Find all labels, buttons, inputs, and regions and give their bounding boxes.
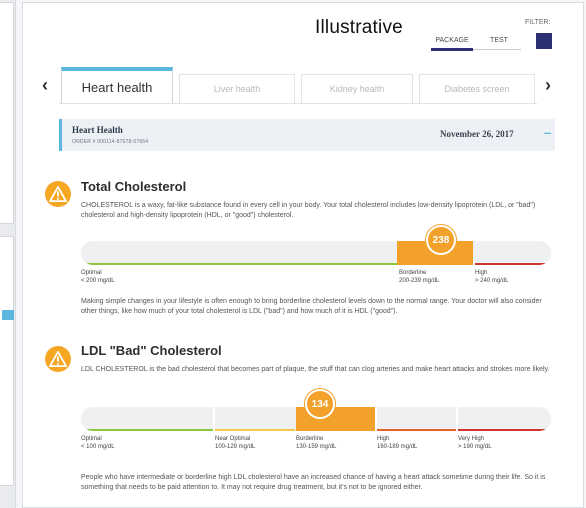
test-title: Total Cholesterol — [81, 179, 187, 194]
order-number: ORDER # 000114-87678-07664 — [72, 139, 149, 145]
range-value: > 190 mg/dL — [458, 444, 492, 450]
tab-kidney-health[interactable]: Kidney health — [301, 74, 413, 104]
range-value: < 200 mg/dL — [81, 278, 115, 284]
watermark-label: Illustrative — [315, 17, 403, 38]
range-value: 100-129 mg/dL — [215, 444, 256, 450]
range-label: High 160-189 mg/dL — [377, 435, 417, 451]
range-name: Optimal — [81, 436, 102, 442]
result-value-badge: 134 — [305, 389, 335, 419]
result-value-badge: 238 — [426, 225, 456, 255]
range-segment-high — [475, 263, 551, 265]
view-toggle-track — [473, 49, 521, 50]
range-value: 130-159 mg/dL — [296, 444, 337, 450]
range-label: Borderline 130-159 mg/dL — [296, 435, 336, 451]
range-value: 200-239 mg/dL — [399, 278, 440, 284]
filter-button[interactable] — [536, 33, 552, 49]
left-panel-edge — [0, 0, 16, 508]
range-name: Near Optimal — [215, 436, 251, 442]
range-name: Borderline — [399, 270, 427, 276]
view-toggle-indicator — [431, 48, 473, 51]
range-label: Very High > 190 mg/dL — [458, 435, 492, 451]
left-panel-card — [0, 236, 14, 486]
range-label: Borderline 200-239 mg/dL — [399, 269, 439, 285]
order-title: Heart Health — [72, 125, 123, 135]
warning-icon — [45, 181, 71, 207]
range-label: Near Optimal 100-129 mg/dL — [215, 435, 255, 451]
left-panel-accent — [2, 310, 14, 320]
collapse-icon[interactable]: – — [544, 125, 551, 140]
range-segment-optimal — [81, 429, 213, 431]
range-name: Optimal — [81, 270, 102, 276]
test-note: People who have intermediate or borderli… — [81, 474, 546, 491]
range-name: Borderline — [296, 436, 324, 442]
warning-icon — [45, 346, 71, 372]
range-divider — [375, 407, 377, 431]
chevron-right-icon[interactable]: › — [541, 75, 555, 96]
range-segment-very-high — [458, 429, 551, 431]
test-description: LDL CHOLESTEROL is the bad cholesterol t… — [81, 366, 550, 373]
range-value: > 240 mg/dL — [475, 278, 509, 284]
range-value: 160-189 mg/dL — [377, 444, 418, 450]
view-toggle-package[interactable]: PACKAGE — [431, 37, 473, 44]
range-segment-high — [377, 429, 456, 431]
range-bar — [81, 241, 551, 265]
range-name: Very High — [458, 436, 485, 442]
tab-divider — [59, 103, 537, 104]
view-toggle-test[interactable]: TEST — [481, 37, 517, 44]
order-header[interactable]: Heart Health ORDER # 000114-87678-07664 … — [59, 119, 555, 151]
tab-diabetes-screen[interactable]: Diabetes screen — [419, 74, 535, 104]
test-note: Making simple changes in your lifestyle … — [81, 298, 542, 315]
filter-label: FILTER: — [525, 19, 551, 26]
range-label: Optimal < 200 mg/dL — [81, 269, 115, 285]
test-title: LDL "Bad" Cholesterol — [81, 343, 222, 358]
range-segment-optimal — [81, 263, 397, 265]
range-name: High — [377, 436, 390, 442]
range-divider — [456, 407, 458, 431]
results-card: Illustrative FILTER: PACKAGE TEST ‹ › He… — [22, 2, 584, 508]
left-panel-card — [0, 2, 14, 224]
range-label: High > 240 mg/dL — [475, 269, 509, 285]
chevron-left-icon[interactable]: ‹ — [38, 75, 52, 96]
test-description: CHOLESTEROL is a waxy, fat-like substanc… — [81, 202, 536, 219]
order-date: November 26, 2017 — [440, 129, 514, 139]
range-name: High — [475, 270, 488, 276]
range-divider — [213, 407, 215, 431]
tab-heart-health[interactable]: Heart health — [61, 67, 173, 104]
range-label: Optimal < 100 mg/dL — [81, 435, 115, 451]
tab-liver-health[interactable]: Liver health — [179, 74, 295, 104]
range-segment-near-optimal — [215, 429, 295, 431]
range-value: < 100 mg/dL — [81, 444, 115, 450]
